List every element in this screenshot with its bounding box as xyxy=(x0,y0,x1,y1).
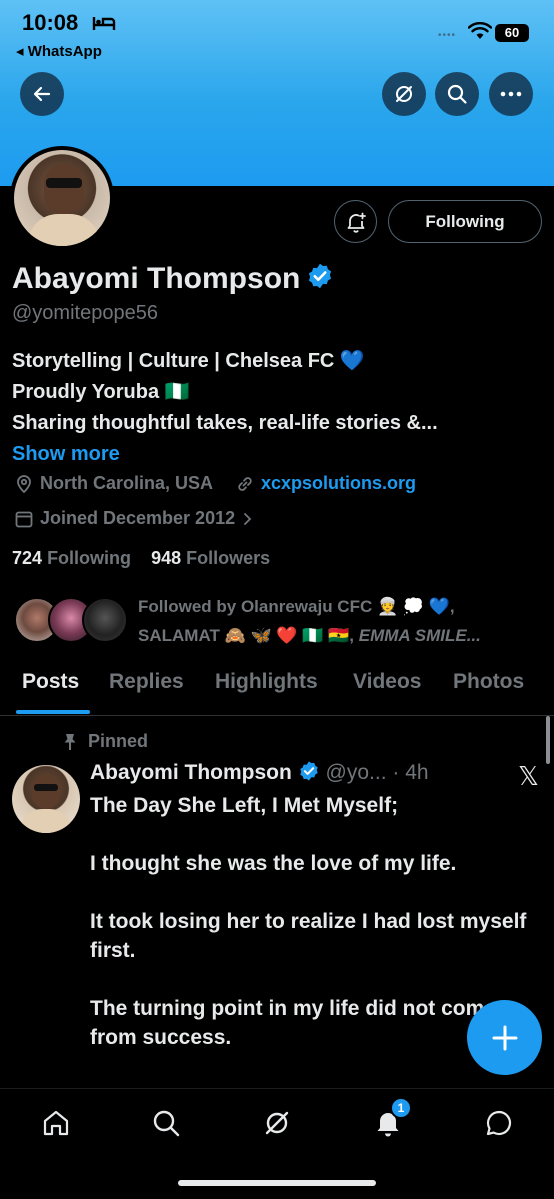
location-pin-icon xyxy=(17,474,31,493)
bell-plus-icon xyxy=(347,212,366,233)
battery-indicator: 60 xyxy=(495,24,529,42)
compose-post-button[interactable] xyxy=(467,1000,542,1075)
tab-photos[interactable]: Photos xyxy=(453,670,524,694)
wifi-icon xyxy=(467,21,493,45)
following-count: 724 xyxy=(12,548,43,568)
home-icon xyxy=(43,1110,69,1136)
tab-videos[interactable]: Videos xyxy=(353,670,421,694)
profile-website-link[interactable]: xcxpsolutions.org xyxy=(261,473,416,494)
arrow-left-icon xyxy=(33,86,51,102)
followed-by-text[interactable]: Followed by Olanrewaju CFC 👳 💭 💙, SALAMA… xyxy=(138,592,538,650)
messages-icon xyxy=(486,1110,512,1136)
post-paragraph: I thought she was the love of my life. xyxy=(90,852,457,875)
mutual-followers-avatars[interactable] xyxy=(14,597,128,645)
bio-line: Sharing thoughtful takes, real-life stor… xyxy=(12,412,438,434)
search-button[interactable] xyxy=(435,72,479,116)
profile-joined-row[interactable]: Joined December 2012 xyxy=(14,508,259,529)
notifications-subscribe-button[interactable] xyxy=(334,200,377,243)
grok-button[interactable] xyxy=(382,72,426,116)
nav-home[interactable] xyxy=(36,1103,76,1143)
profile-name-text: Abayomi Thompson xyxy=(12,262,301,295)
following-button[interactable]: Following xyxy=(388,200,542,243)
scrollbar[interactable] xyxy=(546,716,550,764)
post-paragraph: It took losing her to realize I had lost… xyxy=(90,910,527,962)
profile-location: North Carolina, USA xyxy=(40,473,214,493)
followed-by-line: Followed by Olanrewaju CFC 👳 💭 💙, xyxy=(138,597,455,616)
followers-count: 948 xyxy=(151,548,182,568)
following-count-link[interactable]: 724 Following xyxy=(12,548,131,568)
post-paragraph: The Day She Left, I Met Myself; xyxy=(90,794,399,817)
post-author-handle: @yo... xyxy=(325,761,387,784)
grok-icon xyxy=(265,1111,289,1135)
profile-tabs: Posts Replies Highlights Videos Photos xyxy=(0,664,554,716)
profile-meta-location-row: North Carolina, USA xcxpsolutions.org xyxy=(14,473,416,494)
chevron-right-icon xyxy=(244,512,252,525)
verified-badge-icon xyxy=(306,262,334,298)
pinned-indicator: Pinned xyxy=(62,731,148,752)
bio-line: Storytelling | Culture | Chelsea FC 💙 xyxy=(12,350,365,372)
profile-joined-date: Joined December 2012 xyxy=(40,508,236,528)
ellipsis-icon xyxy=(500,91,522,97)
plus-icon xyxy=(492,1025,517,1050)
search-icon xyxy=(447,84,467,104)
link-icon xyxy=(238,476,252,491)
follow-counts: 724 Following 948 Followers xyxy=(12,548,270,569)
post-author-avatar[interactable] xyxy=(12,765,80,833)
tab-posts[interactable]: Posts xyxy=(22,670,79,694)
cellular-signal-icon: •••• xyxy=(438,30,457,41)
post-header[interactable]: Abayomi Thompson @yo... · 4h xyxy=(90,760,429,785)
nav-notifications[interactable]: 1 xyxy=(368,1097,412,1143)
status-bar: 10:08 ◂ WhatsApp •••• 60 xyxy=(0,0,554,70)
following-label: Following xyxy=(47,548,132,568)
followers-label: Followers xyxy=(186,548,271,568)
followed-by-line-2: SALAMAT 🙈 🦋 ❤️ 🇳🇬 🇬🇭, EMMA SMILE... xyxy=(138,626,481,645)
nav-search[interactable] xyxy=(146,1103,186,1143)
followers-count-link[interactable]: 948 Followers xyxy=(151,548,270,568)
profile-name: Abayomi Thompson xyxy=(12,262,334,298)
pinned-label: Pinned xyxy=(88,731,149,751)
more-options-button[interactable] xyxy=(489,72,533,116)
avatar xyxy=(82,597,128,643)
active-tab-indicator xyxy=(16,710,90,714)
notification-badge: 1 xyxy=(390,1097,412,1119)
status-time: 10:08 xyxy=(22,10,79,35)
nav-grok[interactable] xyxy=(257,1103,297,1143)
calendar-icon xyxy=(15,511,33,527)
pin-icon xyxy=(64,733,76,750)
back-to-app-link[interactable]: ◂ WhatsApp xyxy=(16,42,102,60)
back-button[interactable] xyxy=(20,72,64,116)
nav-messages[interactable] xyxy=(479,1103,519,1143)
bio-line: Proudly Yoruba 🇳🇬 xyxy=(12,381,190,403)
sleep-focus-icon xyxy=(92,14,116,37)
post-time: · 4h xyxy=(392,761,429,784)
post-author-name: Abayomi Thompson xyxy=(90,761,292,784)
home-indicator[interactable] xyxy=(178,1180,376,1186)
tab-highlights[interactable]: Highlights xyxy=(215,670,318,694)
profile-bio: Storytelling | Culture | Chelsea FC 💙 Pr… xyxy=(12,346,438,470)
slash-circle-icon xyxy=(396,86,412,102)
search-icon xyxy=(153,1110,180,1137)
profile-handle: @yomitepope56 xyxy=(12,302,158,324)
x-logo-icon: 𝕏 xyxy=(518,762,539,792)
verified-badge-icon xyxy=(299,761,318,781)
show-more-link[interactable]: Show more xyxy=(12,439,438,470)
profile-avatar[interactable] xyxy=(10,146,114,250)
tab-replies[interactable]: Replies xyxy=(109,670,184,694)
